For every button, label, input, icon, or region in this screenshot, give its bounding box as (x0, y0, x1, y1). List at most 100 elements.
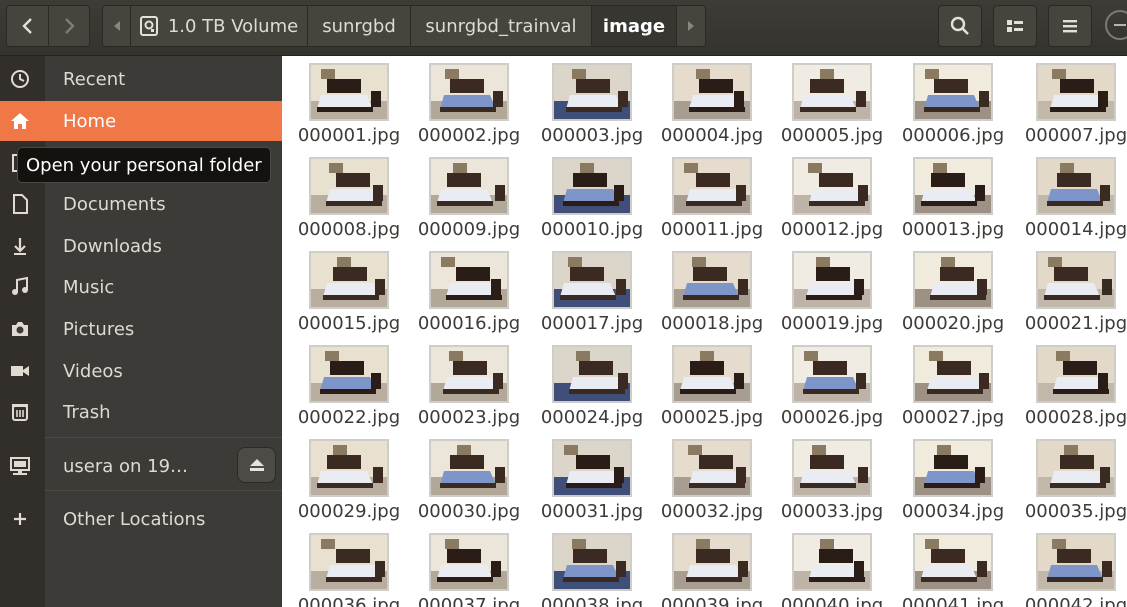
sidebar-item-downloads[interactable]: Downloads (0, 226, 282, 266)
chevron-right-icon (65, 18, 75, 34)
file-item[interactable]: 000016.jpg (409, 251, 529, 341)
breadcrumb-image[interactable]: image (591, 5, 677, 47)
file-item[interactable]: 000021.jpg (1016, 251, 1127, 341)
sidebar-item-label: Videos (63, 360, 123, 382)
network-drive-icon (9, 455, 31, 477)
file-item[interactable]: 000040.jpg (772, 533, 892, 607)
file-item[interactable]: 000042.jpg (1016, 533, 1127, 607)
file-item[interactable]: 000038.jpg (532, 533, 652, 607)
eject-button[interactable] (237, 447, 276, 483)
file-name: 000012.jpg (780, 219, 884, 240)
file-item[interactable]: 000034.jpg (893, 439, 1013, 529)
sidebar-item-recent[interactable]: Recent (0, 59, 282, 99)
sidebar-item-videos[interactable]: Videos (0, 351, 282, 391)
file-item[interactable]: 000035.jpg (1016, 439, 1127, 529)
image-thumbnail (1036, 345, 1116, 403)
breadcrumb-sunrgbd-trainval[interactable]: sunrgbd_trainval (410, 5, 592, 47)
file-item[interactable]: 000009.jpg (409, 157, 529, 247)
file-item[interactable]: 000019.jpg (772, 251, 892, 341)
file-name: 000038.jpg (540, 595, 644, 607)
file-item[interactable]: 000033.jpg (772, 439, 892, 529)
file-name: 000006.jpg (901, 125, 1005, 146)
file-item[interactable]: 000008.jpg (289, 157, 409, 247)
sidebar-item-trash[interactable]: Trash (0, 392, 282, 432)
tooltip: Open your personal folder (17, 147, 271, 183)
path-scroll-left-button[interactable] (102, 5, 131, 47)
image-thumbnail (672, 251, 752, 309)
sidebar-item-other-locations[interactable]: Other Locations (0, 499, 282, 539)
file-item[interactable]: 000029.jpg (289, 439, 409, 529)
sidebar-item-music[interactable]: Music (0, 267, 282, 307)
file-item[interactable]: 000018.jpg (652, 251, 772, 341)
file-item[interactable]: 000031.jpg (532, 439, 652, 529)
file-name: 000023.jpg (417, 407, 521, 428)
sidebar-item-home[interactable]: Home (0, 101, 282, 141)
file-item[interactable]: 000006.jpg (893, 63, 1013, 153)
menu-button[interactable] (1048, 5, 1092, 47)
file-name: 000032.jpg (660, 501, 764, 522)
file-item[interactable]: 000012.jpg (772, 157, 892, 247)
file-item[interactable]: 000025.jpg (652, 345, 772, 435)
file-name: 000020.jpg (901, 313, 1005, 334)
file-item[interactable]: 000027.jpg (893, 345, 1013, 435)
file-name: 000036.jpg (297, 595, 401, 607)
image-thumbnail (1036, 533, 1116, 591)
path-scroll-right-button[interactable] (676, 5, 706, 47)
view-mode-button[interactable] (993, 5, 1037, 47)
file-name: 000028.jpg (1024, 407, 1127, 428)
tooltip-text: Open your personal folder (26, 154, 262, 176)
file-name: 000011.jpg (660, 219, 764, 240)
image-thumbnail (672, 157, 752, 215)
file-item[interactable]: 000023.jpg (409, 345, 529, 435)
image-thumbnail (1036, 63, 1116, 121)
sidebar-item-pictures[interactable]: Pictures (0, 309, 282, 349)
file-item[interactable]: 000007.jpg (1016, 63, 1127, 153)
image-thumbnail (429, 345, 509, 403)
file-name: 000005.jpg (780, 125, 884, 146)
file-item[interactable]: 000022.jpg (289, 345, 409, 435)
sidebar-divider (45, 490, 282, 491)
file-item[interactable]: 000002.jpg (409, 63, 529, 153)
back-button[interactable] (6, 5, 49, 47)
image-thumbnail (309, 63, 389, 121)
file-item[interactable]: 000015.jpg (289, 251, 409, 341)
file-item[interactable]: 000036.jpg (289, 533, 409, 607)
forward-button[interactable] (48, 5, 90, 47)
sidebar-item-label: Home (63, 110, 117, 132)
eject-icon (249, 459, 264, 471)
drive-icon (139, 16, 158, 36)
file-name: 000030.jpg (417, 501, 521, 522)
image-thumbnail (913, 345, 993, 403)
caret-left-icon (113, 21, 120, 31)
file-item[interactable]: 000024.jpg (532, 345, 652, 435)
file-item[interactable]: 000003.jpg (532, 63, 652, 153)
file-item[interactable]: 000017.jpg (532, 251, 652, 341)
search-button[interactable] (938, 5, 982, 47)
file-item[interactable]: 000011.jpg (652, 157, 772, 247)
file-item[interactable]: 000037.jpg (409, 533, 529, 607)
file-item[interactable]: 000030.jpg (409, 439, 529, 529)
file-name: 000035.jpg (1024, 501, 1127, 522)
file-item[interactable]: 000026.jpg (772, 345, 892, 435)
file-item[interactable]: 000028.jpg (1016, 345, 1127, 435)
file-item[interactable]: 000014.jpg (1016, 157, 1127, 247)
file-item[interactable]: 000005.jpg (772, 63, 892, 153)
file-item[interactable]: 000020.jpg (893, 251, 1013, 341)
image-thumbnail (672, 345, 752, 403)
file-item[interactable]: 000001.jpg (289, 63, 409, 153)
sidebar-item-documents[interactable]: Documents (0, 184, 282, 224)
breadcrumb-volume[interactable]: 1.0 TB Volume (130, 5, 308, 47)
search-icon (950, 16, 969, 35)
file-item[interactable]: 000004.jpg (652, 63, 772, 153)
file-item[interactable]: 000013.jpg (893, 157, 1013, 247)
file-item[interactable]: 000010.jpg (532, 157, 652, 247)
download-icon (9, 235, 31, 257)
file-name: 000019.jpg (780, 313, 884, 334)
document-icon (9, 193, 31, 215)
image-thumbnail (1036, 251, 1116, 309)
window-minimize-button[interactable] (1105, 10, 1127, 40)
file-item[interactable]: 000041.jpg (893, 533, 1013, 607)
file-item[interactable]: 000039.jpg (652, 533, 772, 607)
file-item[interactable]: 000032.jpg (652, 439, 772, 529)
breadcrumb-sunrgbd[interactable]: sunrgbd (307, 5, 411, 47)
